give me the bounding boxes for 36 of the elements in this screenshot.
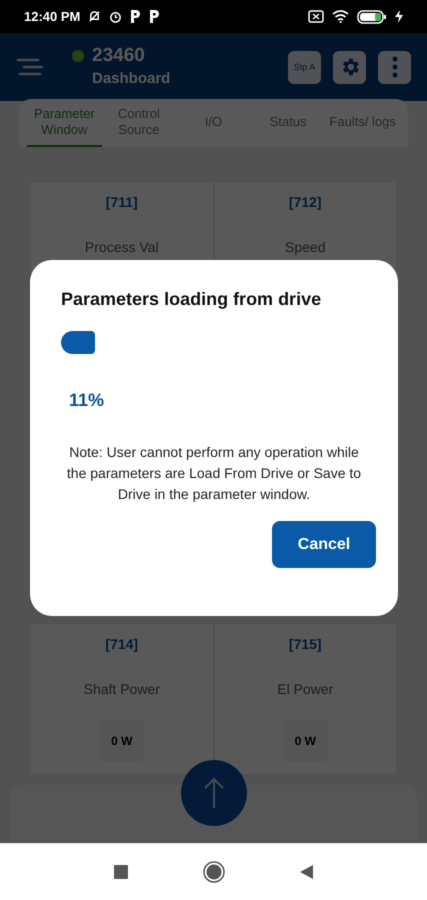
battery-icon bbox=[357, 10, 387, 24]
bell-off-icon bbox=[88, 10, 102, 23]
charging-icon bbox=[395, 10, 403, 23]
arrow-up-icon bbox=[203, 777, 225, 809]
parameter-code: [715] bbox=[288, 635, 322, 654]
tab[interactable]: Parameter Window bbox=[27, 99, 102, 147]
parameter-name: Process Val bbox=[84, 238, 159, 257]
parameter-value: 0 W bbox=[282, 720, 328, 762]
cancel-button[interactable]: Cancel bbox=[272, 521, 376, 568]
parameter-card[interactable]: [714] Shaft Power 0 W bbox=[30, 623, 214, 775]
parameter-code: [712] bbox=[288, 193, 322, 212]
parameter-card[interactable]: [715] El Power 0 W bbox=[214, 623, 397, 775]
more-button[interactable] bbox=[378, 50, 411, 84]
screen-subtitle: Dashboard bbox=[92, 68, 170, 89]
parking-icon bbox=[149, 10, 160, 23]
wifi-icon bbox=[332, 10, 349, 23]
parking-icon bbox=[130, 10, 142, 23]
parameter-name: Shaft Power bbox=[84, 680, 160, 699]
status-time: 12:40 PM bbox=[24, 8, 80, 26]
step-button[interactable]: Stp A bbox=[288, 50, 321, 84]
parameter-code: [711] bbox=[106, 193, 138, 212]
back-icon[interactable] bbox=[300, 865, 313, 879]
settings-button[interactable] bbox=[333, 50, 366, 84]
parameter-name: El Power bbox=[277, 680, 334, 699]
home-icon[interactable] bbox=[203, 861, 225, 883]
menu-icon[interactable] bbox=[16, 57, 44, 77]
device-id: 23460 bbox=[92, 44, 146, 68]
sim-icon bbox=[308, 10, 324, 23]
parameter-value: 0 W bbox=[99, 720, 144, 762]
progress-percent: 11% bbox=[69, 389, 106, 412]
parameter-name: Speed bbox=[285, 238, 326, 257]
more-icon bbox=[392, 56, 398, 78]
parameter-code: [714] bbox=[105, 635, 138, 654]
dialog-note: Note: User cannot perform any operation while the parameters are Load From Drive or Save to Drive in the parameter window. bbox=[66, 443, 362, 504]
alarm-icon bbox=[109, 10, 122, 23]
dialog-title: Parameters loading from drive bbox=[61, 288, 322, 311]
